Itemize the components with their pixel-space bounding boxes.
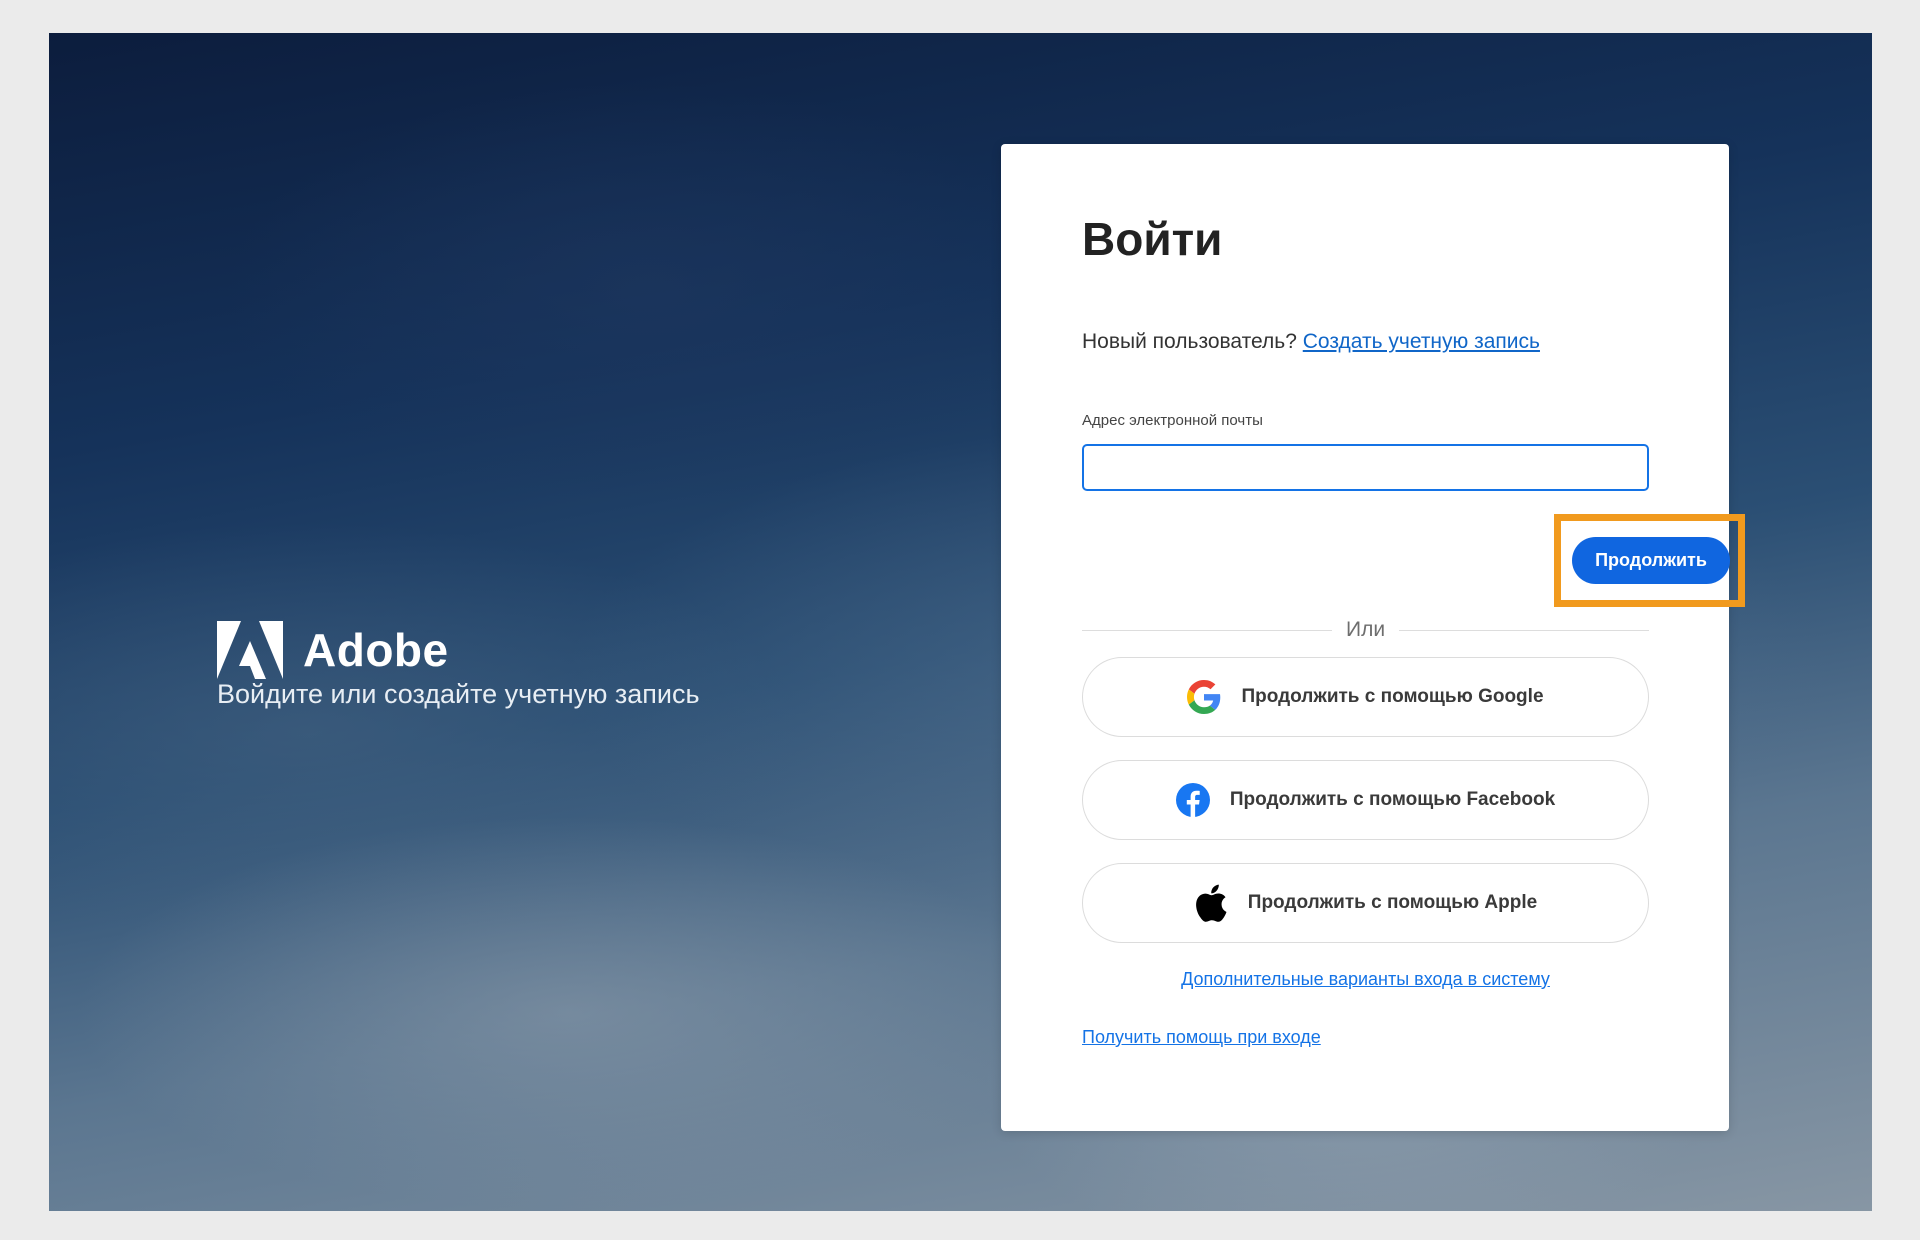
brand-name: Adobe (303, 624, 449, 676)
apple-icon (1194, 884, 1228, 922)
signin-card: Войти Новый пользователь? Создать учетну… (1001, 144, 1745, 1131)
brand-block: Adobe Войдите или создайте учетную запис… (217, 621, 700, 710)
new-user-row: Новый пользователь? Создать учетную запи… (1082, 330, 1540, 354)
continue-button[interactable]: Продолжить (1572, 537, 1730, 584)
continue-with-facebook-button[interactable]: Продолжить с помощью Facebook (1082, 760, 1649, 840)
create-account-link[interactable]: Создать учетную запись (1303, 330, 1540, 353)
background-stage: Adobe Войдите или создайте учетную запис… (49, 33, 1872, 1211)
brand-tagline: Войдите или создайте учетную запись (217, 679, 700, 709)
signin-help-link[interactable]: Получить помощь при входе (1082, 1027, 1321, 1047)
page-title: Войти (1082, 213, 1223, 265)
email-field[interactable] (1082, 444, 1649, 491)
google-icon (1187, 680, 1221, 714)
google-label: Продолжить с помощью Google (1241, 686, 1544, 707)
more-options-row: Дополнительные варианты входа в систему (1082, 969, 1649, 990)
divider-line-left (1082, 629, 1332, 631)
adobe-logo-icon (217, 621, 283, 679)
continue-with-google-button[interactable]: Продолжить с помощью Google (1082, 657, 1649, 737)
email-label: Адрес электронной почты (1082, 412, 1263, 429)
facebook-icon (1175, 783, 1210, 817)
apple-label: Продолжить с помощью Apple (1247, 892, 1538, 913)
facebook-label: Продолжить с помощью Facebook (1229, 789, 1556, 810)
help-row: Получить помощь при входе (1082, 1027, 1321, 1048)
new-user-prompt: Новый пользователь? (1082, 330, 1297, 353)
or-label: Или (1345, 618, 1386, 641)
continue-with-apple-button[interactable]: Продолжить с помощью Apple (1082, 863, 1649, 943)
brand-row: Adobe (217, 621, 700, 679)
or-divider: Или (1082, 618, 1650, 642)
divider-line-right (1399, 629, 1650, 631)
more-signin-options-link[interactable]: Дополнительные варианты входа в систему (1181, 969, 1550, 989)
